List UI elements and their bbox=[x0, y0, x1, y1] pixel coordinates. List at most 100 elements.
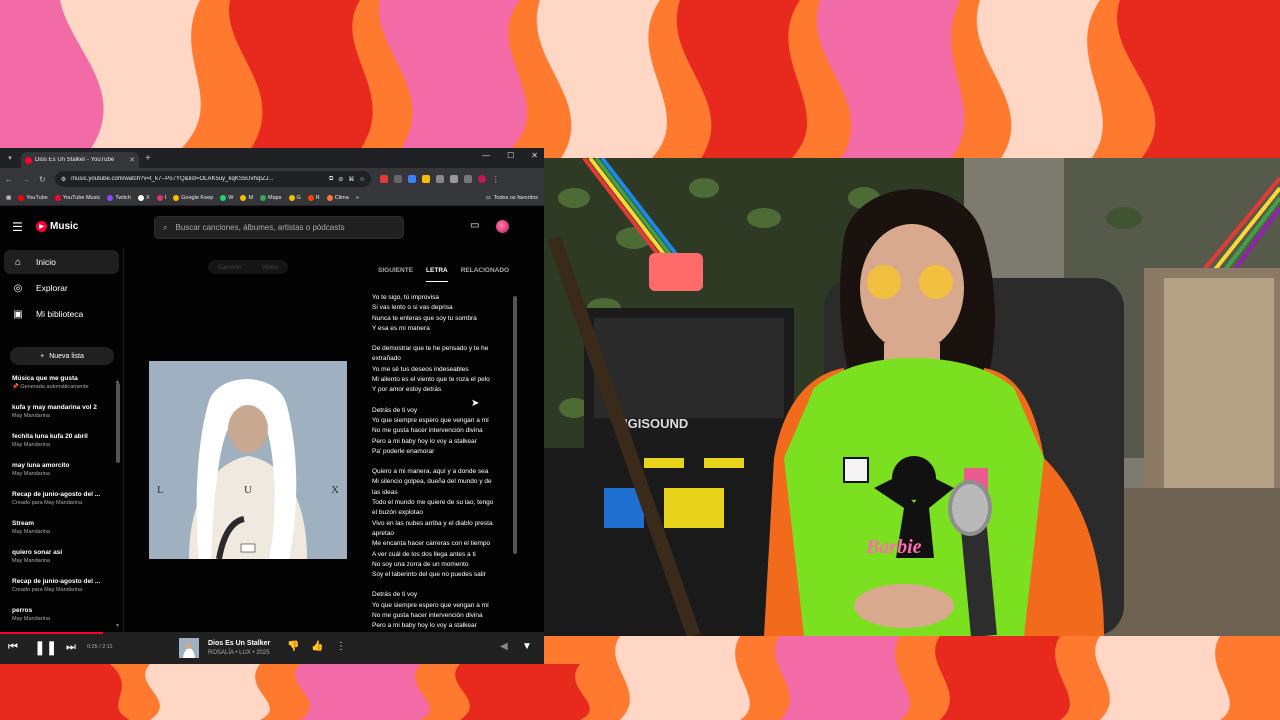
bookmark-item[interactable]: Twitch bbox=[107, 194, 131, 201]
lyrics-line: Yo te sigo, tú improvisa bbox=[372, 294, 439, 301]
close-tab-icon[interactable]: ✕ bbox=[129, 156, 135, 164]
pin-icon: 📌 bbox=[12, 384, 19, 390]
more-bookmarks-icon[interactable]: » bbox=[356, 195, 359, 201]
twitch-icon bbox=[107, 194, 114, 201]
adblock-extension-icon[interactable] bbox=[379, 175, 388, 183]
toggle-song[interactable]: Canción bbox=[218, 264, 242, 271]
browser-menu-icon[interactable]: ⋮ bbox=[492, 175, 500, 184]
tab-search-icon[interactable]: ▾ bbox=[3, 151, 17, 165]
install-app-icon[interactable]: ⧉ bbox=[329, 176, 333, 183]
lyrics-line: Detrás de ti voy bbox=[372, 591, 418, 599]
playlist-title: perros bbox=[12, 607, 33, 614]
bookmarks-bar: ▦ YouTube YouTube Music Twitch X I Googl… bbox=[0, 190, 544, 206]
minimize-icon[interactable]: — bbox=[482, 151, 490, 160]
search-input[interactable]: ⌕ Buscar canciones, álbumes, artistas o … bbox=[154, 216, 404, 239]
playback-progress[interactable] bbox=[0, 632, 104, 634]
webcam-image: IGISOUND Barbie bbox=[544, 158, 1280, 636]
expand-player-icon[interactable]: ▼ bbox=[522, 641, 532, 652]
sidebar-item-biblioteca[interactable]: ▣ Mi biblioteca bbox=[4, 302, 119, 326]
bookmark-item[interactable]: YouTube bbox=[18, 194, 48, 201]
browser-tab[interactable]: Dios Es Un Stalker - YouTube ✕ bbox=[21, 152, 139, 168]
scroll-down-icon[interactable]: ▼ bbox=[115, 623, 120, 629]
eye-off-icon[interactable]: ⊘ bbox=[338, 176, 343, 183]
profile-avatar-icon[interactable] bbox=[477, 175, 486, 183]
previous-track-icon[interactable]: ⏮ bbox=[8, 641, 18, 654]
list-item[interactable]: may luna amorcito May Mandarina bbox=[12, 462, 112, 491]
bookmark-item[interactable]: I bbox=[156, 194, 166, 201]
back-icon[interactable]: ← bbox=[5, 175, 13, 184]
bookmark-item[interactable]: W bbox=[220, 194, 233, 201]
dislike-icon[interactable]: 👎 bbox=[287, 641, 299, 652]
sidebar-item-inicio[interactable]: ⌂ Inicio bbox=[4, 250, 119, 274]
volume-icon[interactable]: ◀ bbox=[500, 641, 508, 652]
list-item[interactable]: perros May Mandarina bbox=[12, 607, 112, 623]
bookmark-item[interactable]: Maps bbox=[260, 194, 282, 201]
now-playing-subtitle[interactable]: ROSALÍA • LUX • 2025 bbox=[208, 650, 270, 656]
tab-relacionado[interactable]: RELACIONADO bbox=[461, 267, 509, 282]
close-window-icon[interactable]: ✕ bbox=[531, 151, 538, 160]
more-options-icon[interactable]: ⋮ bbox=[336, 641, 346, 652]
pause-icon[interactable]: ❚❚ bbox=[34, 639, 57, 656]
avatar[interactable] bbox=[496, 220, 509, 233]
sidebar-scrollbar[interactable] bbox=[116, 383, 120, 463]
extension-icon[interactable] bbox=[421, 175, 430, 183]
toggle-video[interactable]: Video bbox=[262, 264, 279, 271]
reload-icon[interactable]: ↻ bbox=[39, 175, 46, 184]
library-icon: ▣ bbox=[13, 308, 23, 320]
maximize-icon[interactable]: ☐ bbox=[507, 151, 514, 160]
cast-icon[interactable]: ▭ bbox=[470, 220, 479, 231]
translate-icon[interactable]: ⌘ bbox=[348, 176, 354, 183]
google-keep-icon bbox=[173, 194, 180, 201]
bookmark-item[interactable]: R bbox=[307, 194, 320, 201]
apps-grid-icon[interactable]: ▦ bbox=[6, 195, 11, 201]
webcam-feed: IGISOUND Barbie bbox=[544, 158, 1280, 636]
puzzle-extensions-icon[interactable] bbox=[435, 175, 444, 183]
list-item[interactable]: Recap de junio-agosto del ... Creado para… bbox=[12, 491, 112, 520]
bookmark-item[interactable]: G bbox=[288, 194, 301, 201]
url-field[interactable]: ⚙ music.youtube.com/watch?v=t_k7--Po7YQ&… bbox=[54, 171, 371, 187]
list-item[interactable]: Música que me gusta 📌 Generada automática… bbox=[12, 375, 112, 404]
list-item[interactable]: fechita luna kufa 20 abril May Mandarina bbox=[12, 433, 112, 462]
split-view-icon[interactable] bbox=[463, 175, 472, 183]
list-item[interactable]: quiero sonar asi May Mandarina bbox=[12, 549, 112, 578]
extensions-bar: ⋮ bbox=[379, 175, 500, 184]
album-letter-x: X bbox=[331, 484, 339, 496]
lyrics-line: las ideas bbox=[372, 488, 398, 496]
youtube-music-favicon-icon bbox=[25, 156, 32, 164]
forward-icon[interactable]: → bbox=[22, 175, 30, 184]
bookmark-icon bbox=[240, 194, 247, 201]
bookmark-item[interactable]: X bbox=[137, 194, 150, 201]
sidebar: ⌂ Inicio ◎ Explorar ▣ Mi biblioteca + Nu… bbox=[0, 248, 124, 632]
playlist-subtitle: May Mandarina bbox=[12, 529, 50, 535]
now-playing-thumbnail[interactable] bbox=[179, 638, 199, 658]
list-item[interactable]: Stream May Mandarina bbox=[12, 520, 112, 549]
player-bar: ⏮ ❚❚ ⏭ 0:25 / 2:11 Dios Es Un Stalker RO… bbox=[0, 632, 544, 664]
browser-window: ▾ Dios Es Un Stalker - YouTube ✕ + — ☐ ✕… bbox=[0, 148, 544, 664]
tab-letra[interactable]: LETRA bbox=[426, 267, 448, 282]
now-playing-title[interactable]: Dios Es Un Stalker bbox=[208, 640, 270, 647]
sidebar-item-explorar[interactable]: ◎ Explorar bbox=[4, 276, 119, 300]
new-tab-icon[interactable]: + bbox=[145, 153, 151, 164]
tab-siguiente[interactable]: SIGUIENTE bbox=[378, 267, 413, 282]
menu-icon[interactable]: ☰ bbox=[12, 220, 23, 234]
like-icon[interactable]: 👍 bbox=[311, 641, 323, 652]
list-item[interactable]: kufa y may mandarina vol 2 May Mandarina bbox=[12, 404, 112, 433]
ytmusic-logo[interactable]: ▶ Music bbox=[36, 221, 78, 232]
playlist-subtitle: Creado para May Mandarina bbox=[12, 500, 83, 506]
extension-icon[interactable] bbox=[393, 175, 402, 183]
bookmark-item[interactable]: Google Keep bbox=[173, 194, 213, 201]
next-track-icon[interactable]: ⏭ bbox=[66, 641, 76, 654]
sidebar-item-label: Inicio bbox=[36, 257, 56, 267]
site-info-icon[interactable]: ⚙ bbox=[61, 176, 66, 183]
media-control-icon[interactable] bbox=[449, 175, 458, 183]
list-item[interactable]: Recap de junio-agosto del ... Creado para… bbox=[12, 578, 112, 607]
all-favorites-folder[interactable]: ▭ Todos os favoritos bbox=[485, 195, 538, 201]
extension-icon[interactable] bbox=[407, 175, 416, 183]
bookmark-item[interactable]: M bbox=[240, 194, 253, 201]
bookmark-item[interactable]: Clima bbox=[326, 194, 349, 201]
song-video-toggle[interactable]: Canción Video bbox=[208, 260, 288, 274]
lyrics-scrollbar[interactable] bbox=[513, 296, 517, 554]
bookmark-item[interactable]: YouTube Music bbox=[54, 194, 100, 201]
new-playlist-button[interactable]: + Nueva lista bbox=[10, 347, 114, 365]
bookmark-star-icon[interactable]: ☆ bbox=[359, 176, 364, 183]
